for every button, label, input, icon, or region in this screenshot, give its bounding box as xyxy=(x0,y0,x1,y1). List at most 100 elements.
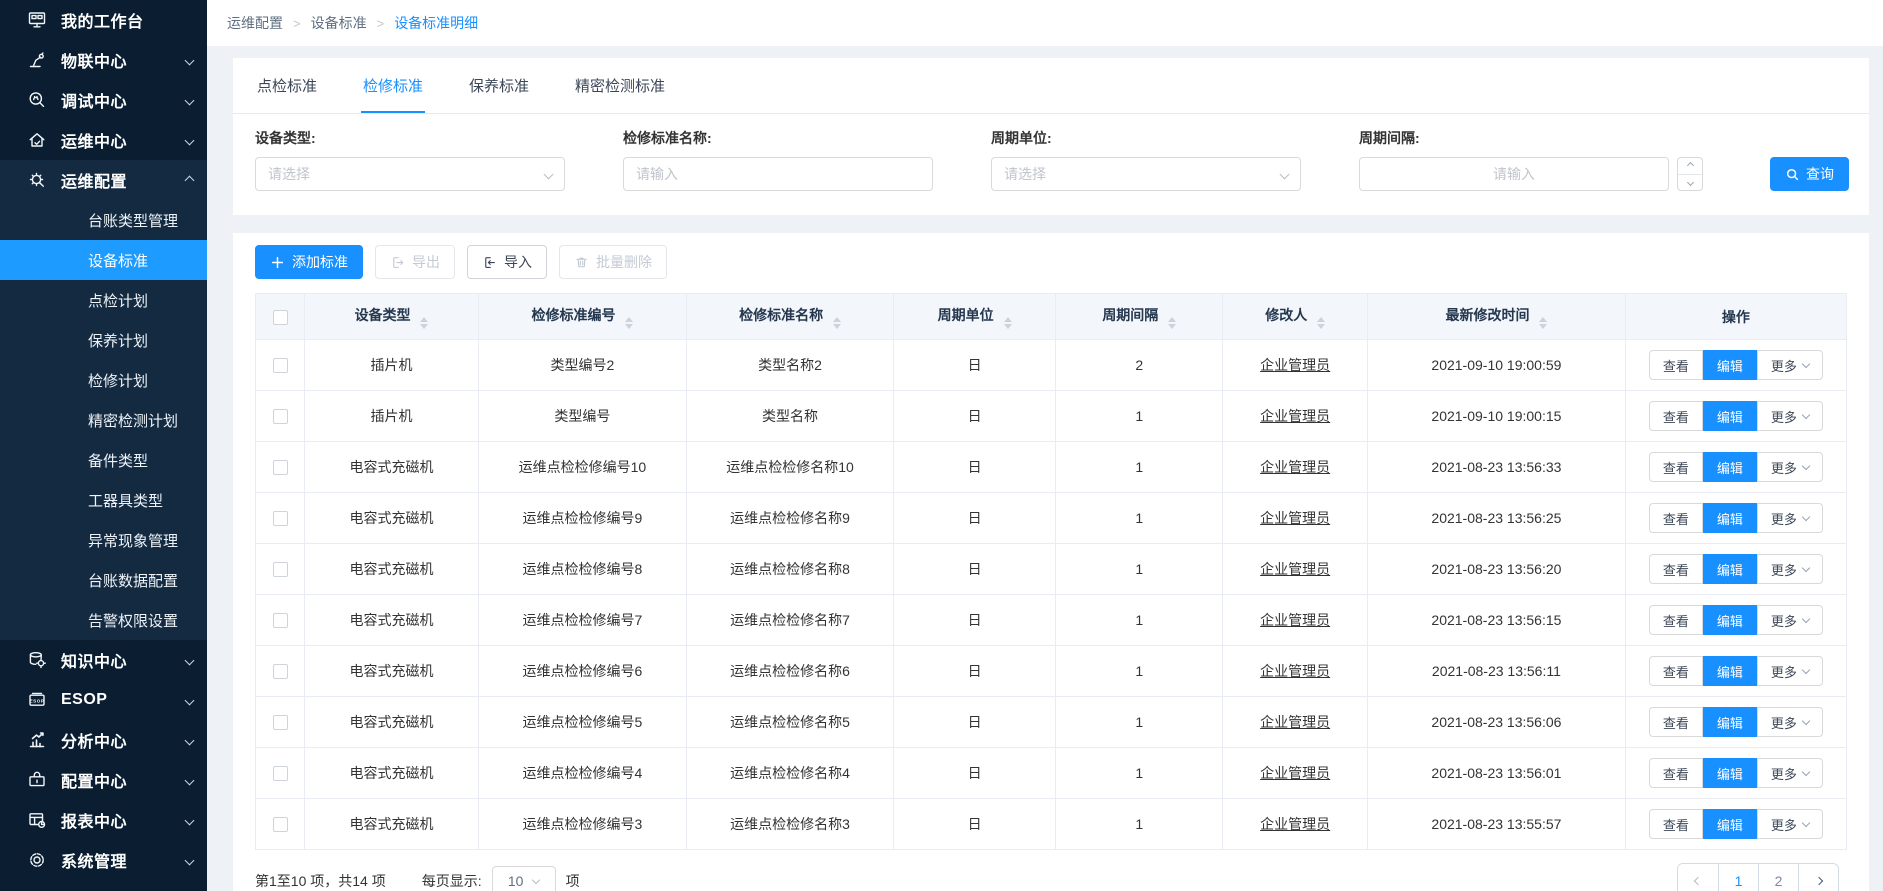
tab-maintenance-standard[interactable]: 保养标准 xyxy=(467,58,531,113)
sidebar-item-analysis-center[interactable]: 分析中心 xyxy=(0,720,207,760)
page-button-2[interactable]: 2 xyxy=(1758,864,1798,891)
next-page-button[interactable] xyxy=(1798,864,1838,891)
sidebar-item-iot-center[interactable]: 物联中心 xyxy=(0,40,207,80)
row-checkbox[interactable] xyxy=(272,409,288,425)
edit-button[interactable]: 编辑 xyxy=(1702,503,1757,533)
more-button[interactable]: 更多 xyxy=(1756,350,1823,380)
row-checkbox[interactable] xyxy=(272,664,288,680)
tab-spot-check-standard[interactable]: 点检标准 xyxy=(255,58,319,113)
tab-precision-test-standard[interactable]: 精密检测标准 xyxy=(573,58,667,113)
sidebar-item-tool-type[interactable]: 工器具类型 xyxy=(0,480,207,520)
sidebar-item-device-standard[interactable]: 设备标准 xyxy=(0,240,207,280)
sidebar-item-ops-config[interactable]: 运维配置 xyxy=(0,160,207,200)
row-checkbox[interactable] xyxy=(272,715,288,731)
column-header[interactable]: 修改人 xyxy=(1222,293,1369,340)
row-checkbox[interactable] xyxy=(272,613,288,629)
edit-button[interactable]: 编辑 xyxy=(1702,605,1757,635)
view-button[interactable]: 查看 xyxy=(1648,350,1703,380)
view-button[interactable]: 查看 xyxy=(1648,809,1703,839)
cycle-interval-input[interactable]: 请输入 xyxy=(1359,157,1669,191)
stepper-down-button[interactable] xyxy=(1678,173,1702,191)
more-button[interactable]: 更多 xyxy=(1756,656,1823,686)
import-button[interactable]: 导入 xyxy=(467,245,547,279)
edit-button[interactable]: 编辑 xyxy=(1702,758,1757,788)
sidebar-item-ledger-type-mgmt[interactable]: 台账类型管理 xyxy=(0,200,207,240)
edit-button[interactable]: 编辑 xyxy=(1702,809,1757,839)
more-button[interactable]: 更多 xyxy=(1756,503,1823,533)
sidebar-item-alarm-permission[interactable]: 告警权限设置 xyxy=(0,600,207,640)
column-header[interactable]: 设备类型 xyxy=(304,293,479,340)
device-type-select[interactable]: 请选择 xyxy=(255,157,565,191)
sidebar-item-config-center[interactable]: 配置中心 xyxy=(0,760,207,800)
sidebar-item-precision-test-plan[interactable]: 精密检测计划 xyxy=(0,400,207,440)
column-header[interactable]: 周期单位 xyxy=(892,293,1057,340)
more-button[interactable]: 更多 xyxy=(1756,554,1823,584)
view-button[interactable]: 查看 xyxy=(1648,452,1703,482)
sidebar-item-ops-center[interactable]: 运维中心 xyxy=(0,120,207,160)
view-button[interactable]: 查看 xyxy=(1648,707,1703,737)
modifier-link[interactable]: 企业管理员 xyxy=(1260,510,1330,526)
sidebar-item-workbench[interactable]: 我的工作台 xyxy=(0,0,207,40)
more-button[interactable]: 更多 xyxy=(1756,401,1823,431)
edit-button[interactable]: 编辑 xyxy=(1702,554,1757,584)
cycle-unit-select[interactable]: 请选择 xyxy=(991,157,1301,191)
column-header[interactable]: 检修标准名称 xyxy=(686,293,894,340)
breadcrumb-item[interactable]: 运维配置 xyxy=(227,13,283,33)
view-button[interactable]: 查看 xyxy=(1648,605,1703,635)
row-checkbox[interactable] xyxy=(272,460,288,476)
sidebar-item-spare-parts-type[interactable]: 备件类型 xyxy=(0,440,207,480)
row-checkbox[interactable] xyxy=(272,817,288,833)
stepper-up-button[interactable] xyxy=(1678,158,1702,174)
modifier-link[interactable]: 企业管理员 xyxy=(1260,663,1330,679)
column-header[interactable]: 检修标准编号 xyxy=(477,293,688,340)
search-button[interactable]: 查询 xyxy=(1770,157,1849,191)
more-button[interactable]: 更多 xyxy=(1756,758,1823,788)
edit-button[interactable]: 编辑 xyxy=(1702,401,1757,431)
standard-name-input[interactable]: 请输入 xyxy=(623,157,933,191)
more-button[interactable]: 更多 xyxy=(1756,707,1823,737)
view-button[interactable]: 查看 xyxy=(1648,758,1703,788)
batch-delete-button[interactable]: 批量删除 xyxy=(559,245,667,279)
modifier-link[interactable]: 企业管理员 xyxy=(1260,357,1330,373)
add-standard-button[interactable]: 添加标准 xyxy=(255,245,363,279)
view-button[interactable]: 查看 xyxy=(1648,656,1703,686)
sidebar-item-report-center[interactable]: 报表中心 xyxy=(0,800,207,840)
edit-button[interactable]: 编辑 xyxy=(1702,452,1757,482)
modifier-link[interactable]: 企业管理员 xyxy=(1260,408,1330,424)
modifier-link[interactable]: 企业管理员 xyxy=(1260,765,1330,781)
modifier-link[interactable]: 企业管理员 xyxy=(1260,714,1330,730)
sidebar-item-spot-check-plan[interactable]: 点检计划 xyxy=(0,280,207,320)
sidebar-item-knowledge-center[interactable]: 知识中心 xyxy=(0,640,207,680)
edit-button[interactable]: 编辑 xyxy=(1702,350,1757,380)
row-checkbox[interactable] xyxy=(272,562,288,578)
sidebar-item-esop[interactable]: ESOP ESOP xyxy=(0,680,207,720)
sidebar-item-debug-center[interactable]: 调试中心 xyxy=(0,80,207,120)
modifier-link[interactable]: 企业管理员 xyxy=(1260,459,1330,475)
export-button[interactable]: 导出 xyxy=(375,245,455,279)
tab-overhaul-standard[interactable]: 检修标准 xyxy=(361,58,426,113)
more-button[interactable]: 更多 xyxy=(1756,605,1823,635)
sidebar-item-ledger-data-config[interactable]: 台账数据配置 xyxy=(0,560,207,600)
modifier-link[interactable]: 企业管理员 xyxy=(1260,612,1330,628)
view-button[interactable]: 查看 xyxy=(1648,401,1703,431)
more-button[interactable]: 更多 xyxy=(1756,452,1823,482)
view-button[interactable]: 查看 xyxy=(1648,503,1703,533)
sidebar-item-abnormal-mgmt[interactable]: 异常现象管理 xyxy=(0,520,207,560)
column-header[interactable]: 最新修改时间 xyxy=(1367,293,1626,340)
edit-button[interactable]: 编辑 xyxy=(1702,707,1757,737)
modifier-link[interactable]: 企业管理员 xyxy=(1260,816,1330,832)
view-button[interactable]: 查看 xyxy=(1648,554,1703,584)
edit-button[interactable]: 编辑 xyxy=(1702,656,1757,686)
sidebar-item-maintenance-plan[interactable]: 保养计划 xyxy=(0,320,207,360)
breadcrumb-item[interactable]: 设备标准 xyxy=(311,13,367,33)
modifier-link[interactable]: 企业管理员 xyxy=(1260,561,1330,577)
row-checkbox[interactable] xyxy=(272,511,288,527)
prev-page-button[interactable] xyxy=(1678,864,1718,891)
page-button-1[interactable]: 1 xyxy=(1718,864,1758,891)
sidebar-item-overhaul-plan[interactable]: 检修计划 xyxy=(0,360,207,400)
select-all-checkbox[interactable] xyxy=(272,309,288,325)
row-checkbox[interactable] xyxy=(272,358,288,374)
column-header[interactable]: 周期间隔 xyxy=(1055,293,1224,340)
page-size-select[interactable]: 10 xyxy=(491,866,556,891)
row-checkbox[interactable] xyxy=(272,766,288,782)
